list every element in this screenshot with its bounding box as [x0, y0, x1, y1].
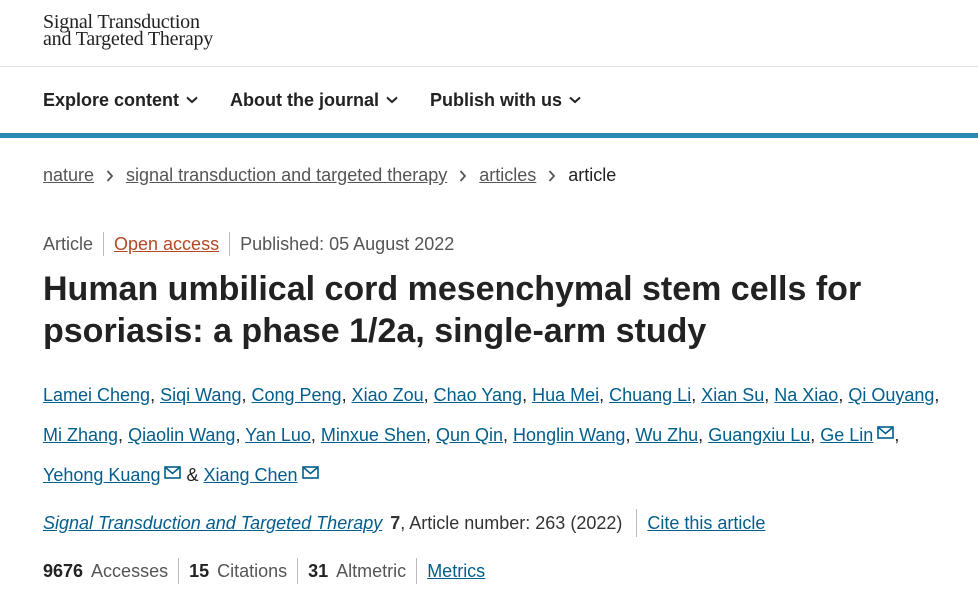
nav-label: Publish with us	[430, 89, 563, 110]
divider	[416, 558, 418, 584]
divider	[178, 558, 180, 584]
author-link[interactable]: Qun Qin	[436, 425, 503, 445]
author-separator: ,	[118, 425, 129, 445]
breadcrumb-link-articles[interactable]: articles	[479, 165, 536, 186]
chevron-down-icon	[386, 96, 398, 104]
journal-name-link[interactable]: Signal Transduction and Targeted Therapy	[43, 513, 382, 534]
open-access-link[interactable]: Open access	[114, 234, 219, 255]
main-nav: Explore content About the journal Publis…	[0, 67, 978, 138]
chevron-down-icon	[569, 96, 581, 104]
accesses-count: 9676	[43, 560, 84, 581]
author-link[interactable]: Hua Mei	[532, 385, 599, 405]
article-title: Human umbilical cord mesenchymal stem ce…	[43, 268, 943, 352]
divider	[103, 232, 105, 256]
nav-publish-with-us[interactable]: Publish with us	[430, 90, 581, 111]
altmetric-count: 31	[308, 560, 329, 581]
nav-explore-content[interactable]: Explore content	[43, 90, 198, 111]
author-link[interactable]: Guangxiu Lu	[708, 425, 810, 445]
article-metrics: 9676 Accesses 15 Citations 31 Altmetric …	[43, 558, 485, 584]
author-link[interactable]: Mi Zhang	[43, 425, 118, 445]
author-separator: ,	[625, 425, 636, 445]
author-link[interactable]: Chao Yang	[434, 385, 522, 405]
email-icon[interactable]	[877, 414, 895, 452]
author-separator: ,	[241, 385, 252, 405]
title-line-2: psoriasis: a phase 1/2a, single-arm stud…	[43, 312, 707, 350]
chevron-right-icon	[548, 169, 556, 182]
site-header: Signal Transduction and Targeted Therapy	[0, 0, 978, 67]
email-icon[interactable]	[301, 454, 319, 492]
author-link[interactable]: Honglin Wang	[513, 425, 625, 445]
email-icon[interactable]	[164, 454, 182, 492]
author-link[interactable]: Qiaolin Wang	[128, 425, 235, 445]
journal-volume: 7	[390, 512, 401, 533]
author-separator: ,	[341, 385, 352, 405]
author-separator: ,	[599, 385, 610, 405]
journal-logo[interactable]: Signal Transduction and Targeted Therapy	[43, 12, 214, 50]
author-separator: ,	[838, 385, 849, 405]
author-separator: ,	[310, 425, 321, 445]
accesses-label: Accesses	[91, 560, 169, 581]
author-separator: ,	[934, 385, 940, 405]
title-line-1: Human umbilical cord mesenchymal stem ce…	[43, 270, 862, 308]
author-link[interactable]: Xiang Chen	[203, 465, 297, 485]
citations-count: 15	[189, 560, 210, 581]
author-link[interactable]: Minxue Shen	[321, 425, 426, 445]
author-separator: ,	[425, 425, 436, 445]
chevron-down-icon	[186, 96, 198, 104]
author-separator: ,	[522, 385, 533, 405]
author-link[interactable]: Qi Ouyang	[848, 385, 934, 405]
author-separator: ,	[691, 385, 702, 405]
nav-about-the-journal[interactable]: About the journal	[230, 90, 398, 111]
author-link[interactable]: Yan Luo	[245, 425, 311, 445]
author-separator: ,	[503, 425, 514, 445]
divider	[229, 232, 231, 256]
citations-label: Citations	[217, 560, 288, 581]
breadcrumb-link-nature[interactable]: nature	[43, 165, 94, 186]
cite-this-article-link[interactable]: Cite this article	[647, 513, 765, 534]
author-link[interactable]: Xian Su	[701, 385, 764, 405]
author-separator: ,	[894, 425, 900, 445]
author-link[interactable]: Lamei Cheng	[43, 385, 150, 405]
author-link[interactable]: Cong Peng	[251, 385, 341, 405]
author-separator: ,	[810, 425, 821, 445]
author-link[interactable]: Wu Zhu	[635, 425, 698, 445]
divider	[636, 509, 638, 537]
breadcrumb: nature signal transduction and targeted …	[43, 165, 616, 186]
breadcrumb-link-journal[interactable]: signal transduction and targeted therapy	[126, 165, 447, 186]
journal-info: Signal Transduction and Targeted Therapy…	[43, 509, 765, 537]
breadcrumb-current: article	[568, 165, 617, 185]
author-link[interactable]: Ge Lin	[820, 425, 873, 445]
author-link[interactable]: Chuang Li	[609, 385, 691, 405]
chevron-right-icon	[106, 169, 114, 182]
altmetric-label: Altmetric	[336, 560, 407, 581]
logo-line-2: and Targeted Therapy	[43, 28, 214, 50]
author-link[interactable]: Xiao Zou	[352, 385, 424, 405]
author-separator: ,	[423, 385, 434, 405]
author-list: Lamei Cheng, Siqi Wang, Cong Peng, Xiao …	[43, 376, 943, 494]
published-date: Published: 05 August 2022	[240, 233, 455, 254]
divider	[297, 558, 299, 584]
article-number: , Article number: 263 (2022)	[400, 512, 623, 533]
metrics-link[interactable]: Metrics	[427, 561, 485, 582]
author-separator: ,	[150, 385, 161, 405]
author-separator: &	[181, 465, 204, 485]
chevron-right-icon	[459, 169, 467, 182]
author-link[interactable]: Yehong Kuang	[43, 465, 160, 485]
author-separator: ,	[698, 425, 709, 445]
nav-label: About the journal	[230, 89, 380, 110]
author-separator: ,	[764, 385, 775, 405]
article-meta: Article Open access Published: 05 August…	[43, 232, 454, 256]
author-separator: ,	[235, 425, 246, 445]
article-type: Article	[43, 233, 94, 254]
author-link[interactable]: Na Xiao	[774, 385, 838, 405]
nav-label: Explore content	[43, 89, 180, 110]
author-link[interactable]: Siqi Wang	[160, 385, 241, 405]
